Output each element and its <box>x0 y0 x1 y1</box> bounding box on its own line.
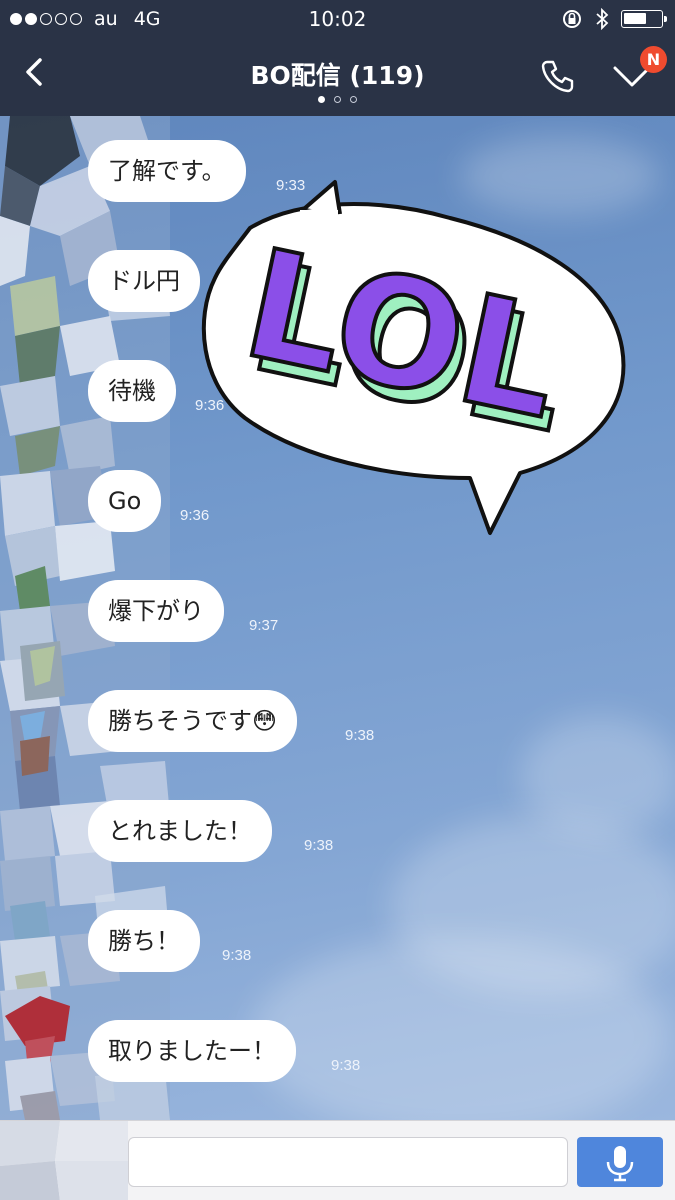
notification-badge: N <box>640 46 667 73</box>
microphone-icon <box>606 1146 634 1182</box>
status-right <box>561 8 667 30</box>
message-time: 9:38 <box>345 727 375 744</box>
blurred-input-tools <box>0 1121 128 1200</box>
message-bubble[interactable]: 取りましたー！ <box>88 1020 296 1082</box>
message-time: 9:37 <box>249 617 279 634</box>
bluetooth-icon <box>596 8 609 30</box>
message-bubble[interactable]: 待機 <box>88 360 176 422</box>
lol-sticker[interactable]: LOL LOL <box>190 178 635 538</box>
message-input-bar <box>0 1120 675 1200</box>
message-bubble[interactable]: 勝ち！ <box>88 910 200 972</box>
message-bubble[interactable]: とれました！ <box>88 800 272 862</box>
status-bar: au 4G 10:02 <box>0 0 675 38</box>
battery-icon <box>621 10 667 28</box>
message-bubble[interactable]: ドル円 <box>88 250 200 312</box>
message-bubble[interactable]: 勝ちそうです😳 <box>88 690 298 752</box>
page-indicator <box>0 96 675 103</box>
phone-call-icon[interactable] <box>538 56 578 96</box>
page-dot <box>318 96 325 103</box>
message-time: 9:38 <box>331 1057 361 1074</box>
voice-input-button[interactable] <box>577 1137 663 1187</box>
message-bubble[interactable]: 爆下がり <box>88 580 224 642</box>
rotation-lock-icon <box>563 10 581 28</box>
message-input[interactable] <box>128 1137 568 1187</box>
message-time: 9:38 <box>222 947 252 964</box>
page-dot <box>350 96 357 103</box>
chat-header: BO配信 (119) N <box>0 38 675 116</box>
message-time: 9:38 <box>304 837 334 854</box>
page-dot <box>334 96 341 103</box>
message-bubble[interactable]: Go <box>88 470 162 532</box>
